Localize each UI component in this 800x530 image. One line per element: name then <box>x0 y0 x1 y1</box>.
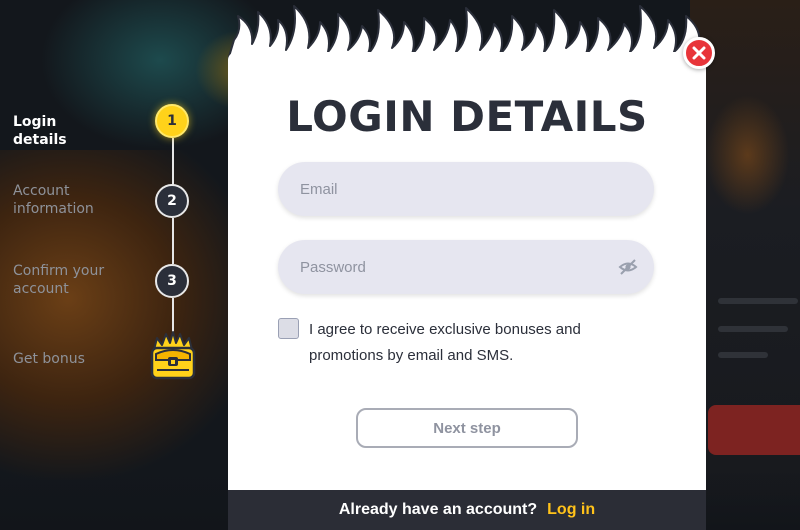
password-field[interactable] <box>278 240 654 294</box>
eye-off-icon[interactable] <box>618 257 638 277</box>
email-field[interactable] <box>278 162 654 216</box>
step-connector <box>172 298 174 334</box>
consent-line-2: promotions by email and SMS. <box>309 347 514 364</box>
step-label-confirm-account: Confirm your account <box>13 263 105 297</box>
treasure-chest-icon <box>150 331 196 380</box>
step-connector <box>172 218 174 264</box>
close-icon <box>692 46 706 60</box>
step-2-indicator: 2 <box>155 184 189 218</box>
close-button[interactable] <box>683 37 715 69</box>
password-input[interactable] <box>278 240 654 294</box>
consent-checkbox[interactable] <box>278 318 299 339</box>
step-3-indicator: 3 <box>155 264 189 298</box>
login-modal: LOGIN DETAILS I agree to receive exclusi… <box>228 52 706 530</box>
step-1-indicator: 1 <box>155 104 189 138</box>
step-label-get-bonus: Get bonus <box>13 351 85 367</box>
modal-footer: Already have an account? Log in <box>228 490 706 530</box>
step-connector <box>172 138 174 188</box>
login-link[interactable]: Log in <box>547 501 595 519</box>
consent-line-1: I agree to receive exclusive bonuses and <box>309 321 581 338</box>
footer-text: Already have an account? <box>338 501 538 518</box>
modal-title: LOGIN DETAILS <box>286 92 648 141</box>
step-label-login-details: Login details <box>13 114 67 148</box>
email-input[interactable] <box>278 162 654 216</box>
consent-text: I agree to receive exclusive bonuses and… <box>309 317 629 369</box>
next-step-button[interactable]: Next step <box>356 408 578 448</box>
flames-icon <box>228 5 708 60</box>
step-label-account-information: Account information <box>13 183 94 217</box>
